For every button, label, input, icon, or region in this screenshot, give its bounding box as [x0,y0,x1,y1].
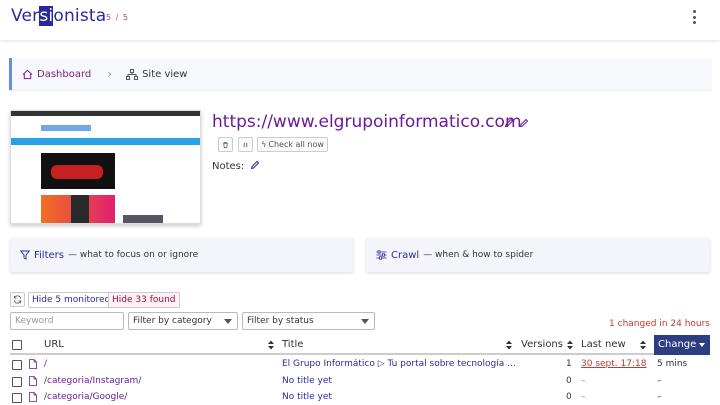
funnel-icon [20,250,30,260]
breadcrumb-site-view: Site view [126,68,188,80]
row-change: – [657,392,662,402]
row-url-link[interactable]: / [44,359,47,369]
table-row[interactable]: /categoria/Google/ No title yet 0 – – [10,389,710,405]
sort-icon[interactable] [268,340,274,350]
refresh-button[interactable] [10,292,25,307]
table-row[interactable]: / El Grupo Informático ▷ Tu portal sobre… [10,356,710,373]
check-all-now-button[interactable]: ϟ Check all now [257,137,328,152]
category-filter-value: Filter by category [133,316,212,326]
row-checkbox[interactable] [12,393,22,403]
row-last-new[interactable]: 30 sept. 17:18 [581,359,646,369]
row-versions: 1 [566,359,572,369]
row-change: 5 mins [657,359,688,369]
row-checkbox[interactable] [12,377,22,387]
notes-row: Notes: [212,160,260,172]
status-filter-value: Filter by status [247,316,314,326]
crawl-title: Crawl [391,249,420,261]
more-menu-icon[interactable] [688,8,700,26]
breadcrumb-dashboard-label: Dashboard [37,68,92,80]
row-title-link[interactable]: No title yet [282,392,332,402]
crawl-panel[interactable]: Crawl — when & how to spider [366,238,710,272]
site-screenshot-thumbnail[interactable] [10,110,201,224]
row-last-new: – [581,376,586,386]
crawl-description: — when & how to spider [423,250,534,260]
pause-monitoring-button[interactable] [238,137,253,152]
delete-site-button[interactable] [218,137,233,152]
chevron-down-icon [224,319,232,324]
notes-label: Notes: [212,161,245,172]
sort-icon[interactable] [640,340,646,350]
chevron-right-icon: › [107,67,113,81]
row-versions: 0 [566,392,572,402]
hide-found-button[interactable]: Hide 33 found [108,292,180,308]
filters-title: Filters [34,249,64,261]
logo-text-end: onista [53,6,107,26]
top-bar: Versionista 5 / 5 [0,0,720,40]
home-icon [22,69,33,79]
bolt-icon: ϟ [261,140,267,149]
logo-text-highlight: si [39,6,54,26]
trash-icon [223,141,228,148]
sliders-icon [376,250,387,260]
row-versions: 0 [566,376,572,386]
sitemap-icon [126,68,139,80]
select-all-checkbox[interactable] [12,340,22,350]
column-header-versions[interactable]: Versions [521,339,563,350]
chevron-down-icon [699,343,705,347]
edit-url-icon[interactable] [504,118,514,128]
row-url-link[interactable]: /categoria/Google/ [44,392,127,402]
table-header: URL Title Versions Last new Change [10,335,710,355]
column-header-change[interactable]: Change [654,335,710,355]
app-logo[interactable]: Versionista [11,6,106,26]
table-row[interactable]: /categoria/Instagram/ No title yet 0 – – [10,373,710,390]
logo-text-start: Ver [11,6,40,26]
site-counter: 5 / 5 [106,13,129,22]
row-title-link[interactable]: El Grupo Informático ▷ Tu portal sobre t… [282,359,518,369]
row-url-link[interactable]: /categoria/Instagram/ [44,376,141,386]
refresh-icon [13,295,22,304]
edit-settings-icon[interactable] [519,118,529,128]
breadcrumb: Dashboard › Site view [9,58,711,90]
row-change: – [657,376,662,386]
chevron-down-icon [361,319,369,324]
document-icon [29,392,37,402]
check-all-now-label: Check all now [268,140,324,149]
sort-icon[interactable] [567,340,573,350]
row-title-link[interactable]: No title yet [282,376,332,386]
column-header-title[interactable]: Title [282,339,303,350]
column-header-last-new[interactable]: Last new [581,339,626,350]
status-filter-select[interactable]: Filter by status [242,312,375,330]
column-header-url[interactable]: URL [44,339,64,350]
document-icon [29,359,37,369]
row-last-new: – [581,392,586,402]
keyword-input[interactable] [10,312,124,330]
column-header-change-label: Change [658,339,697,350]
site-url-heading[interactable]: https://www.elgrupoinformatico.com [212,112,522,132]
row-checkbox[interactable] [12,360,22,370]
edit-notes-icon[interactable] [250,160,260,170]
document-icon [29,376,37,386]
category-filter-select[interactable]: Filter by category [128,312,238,330]
breadcrumb-site-view-label: Site view [142,68,188,80]
filters-description: — what to focus on or ignore [67,250,199,260]
breadcrumb-dashboard[interactable]: Dashboard [22,69,91,80]
changed-count-note: 1 changed in 24 hours [609,319,710,329]
sort-icon[interactable] [506,340,512,350]
hide-monitored-button[interactable]: Hide 5 monitored [28,292,115,308]
pause-icon [243,142,248,147]
filters-panel[interactable]: Filters — what to focus on or ignore [10,238,353,272]
